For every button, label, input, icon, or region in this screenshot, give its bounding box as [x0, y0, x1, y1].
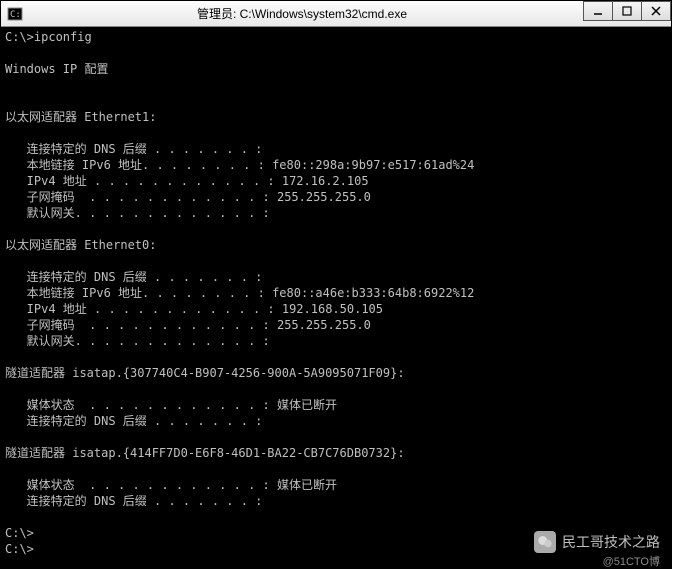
ipconfig-header: Windows IP 配置 [5, 61, 667, 77]
prompt-line: C:\> [5, 541, 667, 557]
adapter-title: 以太网适配器 Ethernet1: [5, 109, 667, 125]
output-line [5, 221, 667, 237]
adapter-row: 连接特定的 DNS 后缀 . . . . . . . : [5, 141, 667, 157]
command-line: C:\>ipconfig [5, 29, 667, 45]
output-line [5, 77, 667, 93]
adapter-title: 隧道适配器 isatap.{307740C4-B907-4256-900A-5A… [5, 365, 667, 381]
output-line [5, 45, 667, 61]
adapter-row: 连接特定的 DNS 后缀 . . . . . . . : [5, 269, 667, 285]
app-icon: C: [7, 6, 23, 22]
adapter-row: 连接特定的 DNS 后缀 . . . . . . . : [5, 413, 667, 429]
adapter-row: 本地链接 IPv6 地址. . . . . . . . : fe80::a46e… [5, 285, 667, 301]
prompt-line: C:\> [5, 525, 667, 541]
close-button[interactable] [641, 1, 671, 21]
output-line [5, 429, 667, 445]
adapter-row: IPv4 地址 . . . . . . . . . . . . : 172.16… [5, 173, 667, 189]
adapter-row: 子网掩码 . . . . . . . . . . . . : 255.255.2… [5, 317, 667, 333]
maximize-button[interactable] [612, 1, 642, 21]
cmd-window: C: 管理员: C:\Windows\system32\cmd.exe C:\>… [0, 0, 672, 569]
adapter-row: IPv4 地址 . . . . . . . . . . . . : 192.16… [5, 301, 667, 317]
svg-text:C:: C: [10, 10, 21, 20]
output-line [5, 253, 667, 269]
window-controls [584, 1, 671, 21]
output-line [5, 509, 667, 525]
adapter-row: 媒体状态 . . . . . . . . . . . . : 媒体已断开 [5, 477, 667, 493]
adapter-title: 隧道适配器 isatap.{414FF7D0-E6F8-46D1-BA22-CB… [5, 445, 667, 461]
window-title: 管理员: C:\Windows\system32\cmd.exe [23, 5, 671, 22]
adapter-row: 默认网关. . . . . . . . . . . . . : [5, 333, 667, 349]
output-line [5, 349, 667, 365]
minimize-button[interactable] [583, 1, 613, 21]
adapter-row: 默认网关. . . . . . . . . . . . . : [5, 205, 667, 221]
output-line [5, 125, 667, 141]
output-line [5, 93, 667, 109]
adapter-title: 以太网适配器 Ethernet0: [5, 237, 667, 253]
terminal-output[interactable]: C:\>ipconfig Windows IP 配置 以太网适配器 Ethern… [1, 27, 671, 568]
adapter-row: 媒体状态 . . . . . . . . . . . . : 媒体已断开 [5, 397, 667, 413]
output-line [5, 381, 667, 397]
titlebar[interactable]: C: 管理员: C:\Windows\system32\cmd.exe [1, 1, 671, 27]
adapter-row: 子网掩码 . . . . . . . . . . . . : 255.255.2… [5, 189, 667, 205]
output-line [5, 461, 667, 477]
adapter-row: 本地链接 IPv6 地址. . . . . . . . : fe80::298a… [5, 157, 667, 173]
adapter-row: 连接特定的 DNS 后缀 . . . . . . . : [5, 493, 667, 509]
